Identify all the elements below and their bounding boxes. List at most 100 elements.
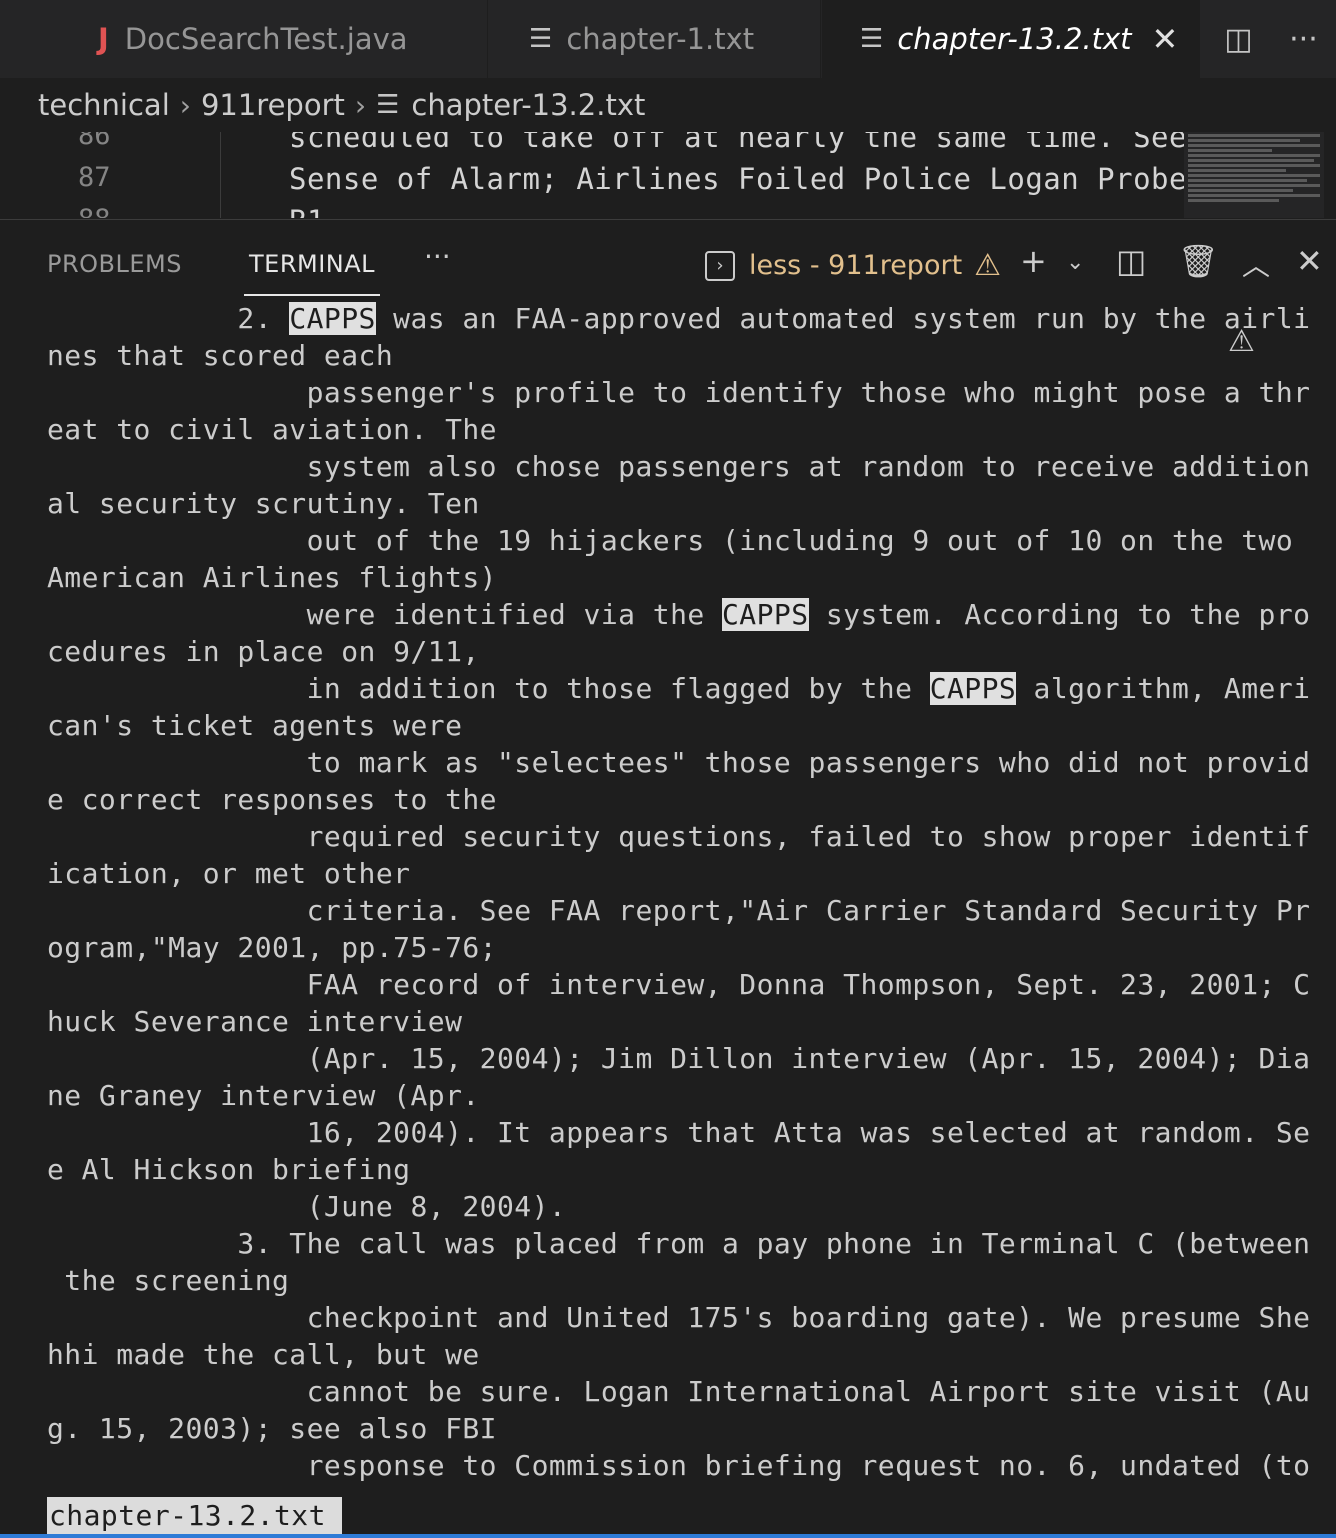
code-line: scheduled to take off at nearly the same…	[289, 132, 1223, 154]
terminal-text: ogram,"May 2001, pp.75-76;	[47, 931, 497, 964]
terminal-line: huck Severance interview	[47, 1003, 1317, 1040]
plus-icon[interactable]: +	[1020, 242, 1047, 280]
terminal-text: cannot be sure. Logan International Airp…	[47, 1375, 1311, 1408]
chevron-down-icon[interactable]: ⌄	[1066, 250, 1084, 275]
terminal-text: algorithm, Ameri	[1016, 672, 1311, 705]
search-match-highlight: CAPPS	[929, 672, 1017, 705]
terminal-line: out of the 19 hijackers (including 9 out…	[47, 522, 1317, 559]
terminal-text: (Apr. 15, 2004); Jim Dillon interview (A…	[47, 1042, 1311, 1075]
tab-label: DocSearchTest.java	[124, 22, 408, 56]
close-panel-icon[interactable]: ✕	[1296, 242, 1323, 280]
terminal-line: e correct responses to the	[47, 781, 1317, 818]
terminal-text: nes that scored each	[47, 339, 394, 372]
search-match-highlight: CAPPS	[722, 598, 809, 631]
panel-header: PROBLEMS TERMINAL ··· › less - 911report…	[0, 219, 1336, 300]
code-line: Sense of Alarm; Airlines Foiled Police L…	[289, 162, 1223, 196]
tab-terminal[interactable]: TERMINAL	[243, 250, 381, 296]
tab-problems[interactable]: PROBLEMS	[47, 250, 182, 278]
more-actions-icon[interactable]: ···	[1289, 22, 1318, 57]
text-file-icon: ☰	[529, 24, 553, 54]
split-terminal-icon[interactable]: ◫	[1116, 242, 1146, 280]
terminal-line: 2. CAPPS was an FAA-approved automated s…	[47, 300, 1317, 337]
status-bar-edge	[0, 1534, 1336, 1538]
terminal-text: system also chose passengers at random t…	[47, 450, 1311, 483]
terminal-text: 2.	[47, 302, 290, 335]
terminal-text: system. According to the pro	[808, 598, 1311, 631]
terminal-line: the screening	[47, 1262, 1317, 1299]
terminal-text: to mark as "selectees" those passengers …	[47, 746, 1311, 779]
terminal-line: ogram,"May 2001, pp.75-76;	[47, 929, 1317, 966]
java-file-icon: J	[98, 22, 109, 56]
code-line: B1.	[289, 204, 343, 218]
terminal-line: checkpoint and United 175's boarding gat…	[47, 1299, 1317, 1336]
less-status-line: chapter-13.2.txt	[47, 1497, 342, 1534]
terminal-line: 3. The call was placed from a pay phone …	[47, 1225, 1317, 1262]
warning-icon: ⚠	[1228, 324, 1255, 359]
line-number: 87	[78, 162, 111, 193]
editor-area[interactable]: 86 87 88 scheduled to take off at nearly…	[0, 132, 1336, 218]
terminal-text: cedures in place on 9/11,	[47, 635, 480, 668]
breadcrumb-item[interactable]: 911report	[201, 88, 345, 122]
terminal-text: passenger's profile to identify those wh…	[47, 376, 1311, 409]
chevron-right-icon: ›	[179, 88, 191, 122]
terminal-name: less - 911report	[749, 250, 963, 281]
terminal-line: criteria. See FAA report,"Air Carrier St…	[47, 892, 1317, 929]
terminal-text: were identified via the	[47, 598, 722, 631]
split-editor-icon[interactable]: ◫	[1224, 22, 1252, 57]
trash-icon[interactable]: 🗑	[1178, 242, 1219, 280]
terminal-text: 16, 2004). It appears that Atta was sele…	[47, 1116, 1311, 1149]
terminal-line: FAA record of interview, Donna Thompson,…	[47, 966, 1317, 1003]
terminal-text: al security scrutiny. Ten	[47, 487, 480, 520]
terminal-line: (June 8, 2004).	[47, 1188, 1317, 1225]
terminal-line: response to Commission briefing request …	[47, 1447, 1317, 1484]
chevron-right-icon: ›	[354, 88, 367, 122]
terminal-text: ication, or met other	[47, 857, 411, 890]
line-number-gutter: 86 87 88	[0, 132, 221, 218]
tab-docsearchtest[interactable]: J DocSearchTest.java	[60, 0, 488, 78]
breadcrumb-item[interactable]: chapter-13.2.txt	[411, 88, 645, 122]
terminal-text: 3. The call was placed from a pay phone …	[47, 1227, 1311, 1260]
terminal-selector[interactable]: › less - 911report ⚠	[705, 248, 1001, 283]
terminal-line: nes that scored each	[47, 337, 1317, 374]
terminal-line: hhi made the call, but we	[47, 1336, 1317, 1373]
terminal-text: in addition to those flagged by the	[47, 672, 930, 705]
tab-label: chapter-1.txt	[566, 22, 755, 56]
breadcrumb-item[interactable]: technical	[38, 88, 170, 122]
line-number: 86	[78, 132, 111, 151]
terminal-line: eat to civil aviation. The	[47, 411, 1317, 448]
terminal-text: e correct responses to the	[47, 783, 497, 816]
terminal-line: to mark as "selectees" those passengers …	[47, 744, 1317, 781]
close-icon[interactable]: ✕	[1152, 20, 1179, 58]
terminal-line: passenger's profile to identify those wh…	[47, 374, 1317, 411]
terminal-text: FAA record of interview, Donna Thompson,…	[47, 968, 1311, 1001]
terminal-line: ne Graney interview (Apr.	[47, 1077, 1317, 1114]
terminal-line: can's ticket agents were	[47, 707, 1317, 744]
chevron-up-icon[interactable]: ︿	[1242, 244, 1270, 284]
terminal-icon: ›	[705, 250, 735, 281]
terminal-text: required security questions, failed to s…	[47, 820, 1311, 853]
editor-tab-bar: J DocSearchTest.java ☰ chapter-1.txt ☰ c…	[0, 0, 1336, 78]
terminal-text: the screening	[47, 1264, 290, 1297]
terminal-output[interactable]: 2. CAPPS was an FAA-approved automated s…	[47, 300, 1317, 1484]
terminal-text: can's ticket agents were	[47, 709, 463, 742]
terminal-text: checkpoint and United 175's boarding gat…	[47, 1301, 1311, 1334]
terminal-text: American Airlines flights)	[47, 561, 497, 594]
terminal-line: e Al Hickson briefing	[47, 1151, 1317, 1188]
warning-icon: ⚠	[974, 248, 1002, 283]
panel-more-icon[interactable]: ···	[424, 240, 451, 273]
terminal-line: required security questions, failed to s…	[47, 818, 1317, 855]
terminal-line: (Apr. 15, 2004); Jim Dillon interview (A…	[47, 1040, 1317, 1077]
tab-label: chapter-13.2.txt	[897, 22, 1132, 56]
tab-chapter-1[interactable]: ☰ chapter-1.txt	[489, 0, 821, 78]
terminal-text: eat to civil aviation. The	[47, 413, 497, 446]
minimap[interactable]	[1184, 132, 1324, 218]
terminal-text: g. 15, 2003); see also FBI	[47, 1412, 497, 1445]
terminal-line: cedures in place on 9/11,	[47, 633, 1317, 670]
terminal-line: were identified via the CAPPS system. Ac…	[47, 596, 1317, 633]
tab-chapter-13-2[interactable]: ☰ chapter-13.2.txt ✕	[822, 0, 1200, 78]
search-match-highlight: CAPPS	[289, 302, 376, 335]
terminal-text: hhi made the call, but we	[47, 1338, 480, 1371]
breadcrumb: technical › 911report › ☰ chapter-13.2.t…	[0, 78, 1336, 132]
terminal-text: out of the 19 hijackers (including 9 out…	[47, 524, 1294, 557]
line-number: 88	[78, 204, 138, 218]
